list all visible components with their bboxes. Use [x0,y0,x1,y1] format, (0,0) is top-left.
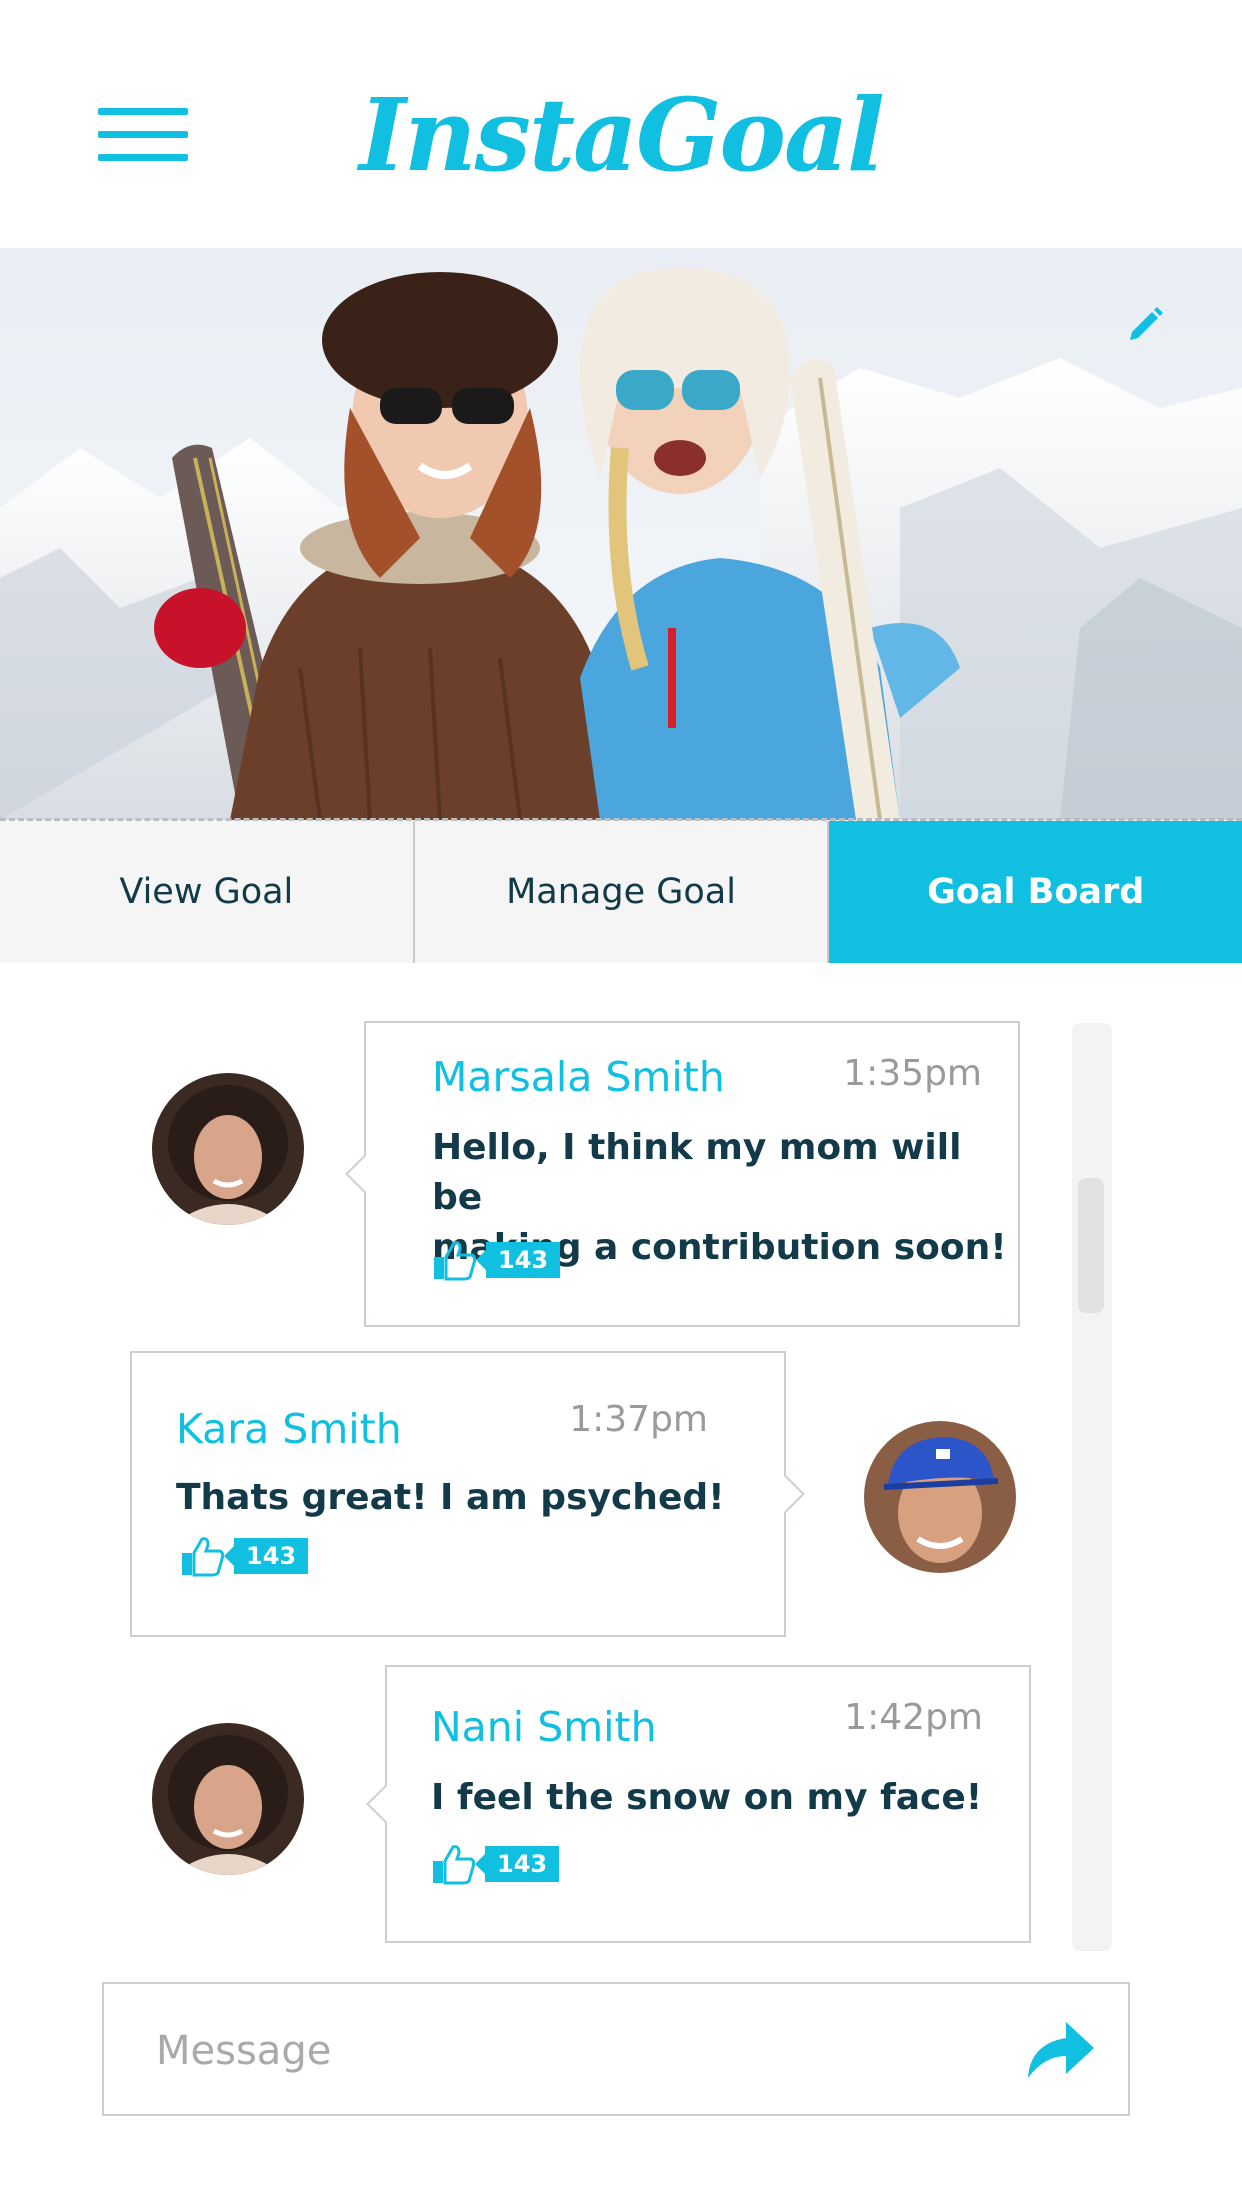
message-sender[interactable]: Marsala Smith [432,1053,725,1101]
message-time: 1:42pm [844,1697,983,1738]
goal-tabs: View Goal Manage Goal Goal Board [0,821,1242,963]
app-header: InstaGoal [0,0,1242,248]
scrollbar-thumb[interactable] [1078,1178,1104,1313]
like-row: 143 [431,1843,560,1885]
thumbs-up-icon[interactable] [180,1535,224,1577]
message-bubble: Nani Smith 1:42pm I feel the snow on my … [366,1665,1031,1943]
message-composer [102,1982,1130,2116]
avatar-kara-smith[interactable] [864,1421,1016,1573]
message-bubble: Kara Smith 1:37pm Thats great! I am psyc… [130,1351,805,1637]
message-sender[interactable]: Nani Smith [431,1703,657,1751]
tab-view-goal[interactable]: View Goal [0,821,415,963]
message-text: I feel the snow on my face! [431,1777,983,1818]
edit-icon[interactable] [1124,302,1168,346]
like-row: 143 [180,1535,309,1577]
like-count: 143 [223,1538,309,1574]
like-count: 143 [474,1846,560,1882]
thumbs-up-icon[interactable] [432,1239,476,1281]
tab-goal-board[interactable]: Goal Board [829,821,1242,963]
send-icon[interactable] [1022,2014,1098,2084]
message-sender[interactable]: Kara Smith [176,1405,402,1453]
message-input[interactable] [154,2014,998,2088]
app-logo: InstaGoal [359,76,885,194]
goal-cover-image [0,248,1242,820]
avatar-marsala-smith[interactable] [152,1073,304,1225]
like-count: 143 [475,1242,561,1278]
tab-manage-goal[interactable]: Manage Goal [414,821,830,963]
message-bubble: Marsala Smith 1:35pm Hello, I think my m… [345,1021,1020,1327]
message-time: 1:35pm [843,1053,982,1094]
avatar-nani-smith[interactable] [152,1723,304,1875]
goal-board-chat: Marsala Smith 1:35pm Hello, I think my m… [0,963,1242,1963]
scrollbar-track[interactable] [1072,1023,1112,1951]
like-row: 143 [432,1239,561,1281]
thumbs-up-icon[interactable] [431,1843,475,1885]
message-time: 1:37pm [569,1399,708,1440]
message-text: Thats great! I am psyched! [176,1477,725,1518]
